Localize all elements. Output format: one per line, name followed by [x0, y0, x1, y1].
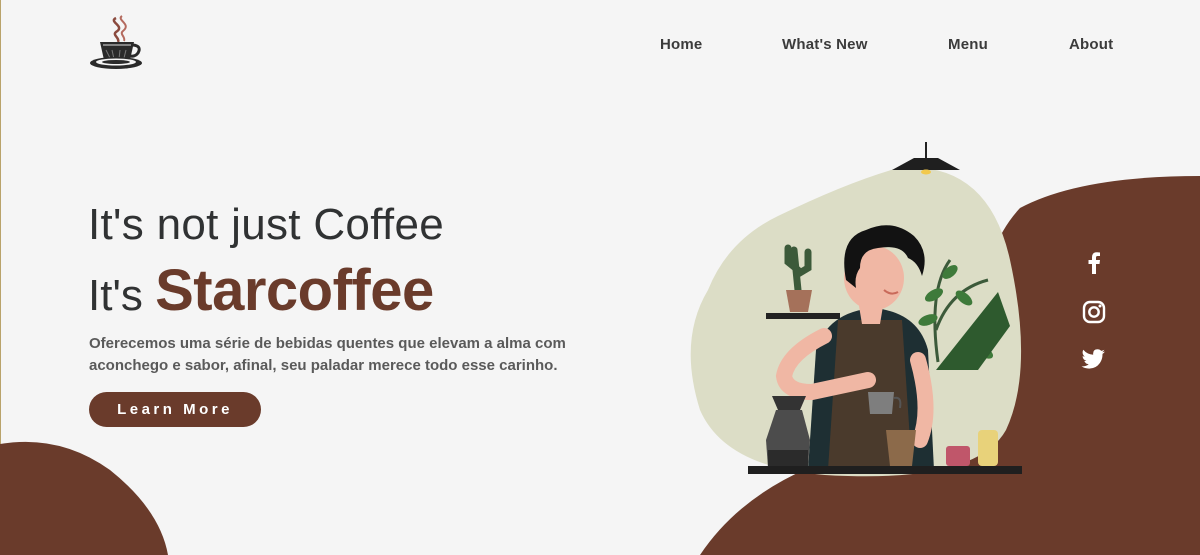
hero-headline-prefix: It's: [88, 271, 156, 320]
brand-name: Starcoffee: [155, 258, 434, 323]
hero-headline-line2: It's Starcoffee: [88, 257, 434, 324]
nav-item-whats-new[interactable]: What's New: [782, 36, 868, 53]
facebook-icon[interactable]: [1080, 249, 1108, 277]
hero-headline-line1: It's not just Coffee: [88, 200, 445, 249]
nav-item-about[interactable]: About: [1069, 36, 1113, 53]
nav-item-menu[interactable]: Menu: [948, 36, 988, 53]
barista-illustration: [690, 142, 1022, 477]
twitter-icon[interactable]: [1080, 344, 1108, 372]
nav-item-home[interactable]: Home: [660, 36, 702, 53]
learn-more-button[interactable]: Learn More: [89, 392, 261, 427]
hero-description: Oferecemos uma série de bebidas quentes …: [89, 335, 566, 374]
instagram-icon[interactable]: [1080, 298, 1108, 326]
main-navigation: Home What's New Menu About: [0, 36, 1200, 58]
decorative-blob-bottom-left: [0, 441, 168, 555]
